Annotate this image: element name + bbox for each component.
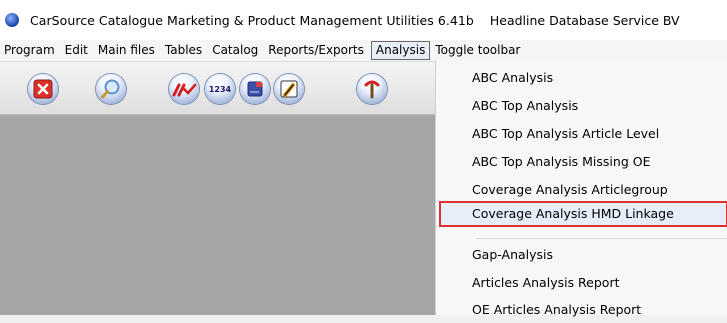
window-company: Headline Database Service BV	[489, 12, 680, 28]
close-button[interactable]	[28, 74, 58, 104]
tasks-icon	[247, 81, 263, 97]
search-icon	[101, 79, 120, 99]
menu-analysis[interactable]: Analysis	[370, 41, 431, 60]
menu-item-gap-analysis[interactable]: Gap-Analysis	[436, 242, 727, 268]
chart-icon	[172, 83, 197, 97]
menu-reports-exports[interactable]: Reports/Exports	[263, 41, 369, 60]
menu-tables[interactable]: Tables	[160, 41, 207, 60]
menu-program[interactable]: Program	[0, 41, 60, 60]
chart-button[interactable]	[169, 74, 199, 104]
app-logo-icon	[5, 13, 19, 27]
numbers-1234-icon: 1234	[208, 84, 232, 94]
search-button[interactable]	[96, 74, 126, 104]
menu-item-abc-top-analysis-article-level[interactable]: ABC Top Analysis Article Level	[436, 121, 727, 147]
menu-toggle-toolbar[interactable]: Toggle toolbar	[430, 41, 525, 60]
numbers-1234-button[interactable]: 1234	[205, 74, 235, 104]
menu-item-abc-top-analysis-missing-oe[interactable]: ABC Top Analysis Missing OE	[436, 149, 727, 175]
menu-item-oe-articles-analysis-report[interactable]: OE Articles Analysis Report	[436, 297, 727, 323]
menu-item-abc-top-analysis[interactable]: ABC Top Analysis	[436, 93, 727, 119]
menu-item-coverage-analysis-articlegroup[interactable]: Coverage Analysis Articlegroup	[436, 177, 727, 203]
menu-item-articles-analysis-report[interactable]: Articles Analysis Report	[436, 270, 727, 296]
menu-catalog[interactable]: Catalog	[207, 41, 263, 60]
tools-button[interactable]	[357, 74, 387, 104]
window-title: CarSource Catalogue Marketing & Product …	[30, 12, 474, 28]
title-bar: CarSource Catalogue Marketing & Product …	[0, 0, 727, 40]
kba-icon	[280, 80, 298, 98]
kba-button[interactable]	[274, 74, 304, 104]
menu-edit[interactable]: Edit	[60, 41, 93, 60]
tools-icon	[364, 80, 380, 99]
tasks-button[interactable]	[240, 74, 270, 104]
workspace-area	[0, 115, 437, 315]
menu-bar: Program Edit Main files Tables Catalog R…	[0, 40, 727, 62]
analysis-dropdown-menu: ABC Analysis ABC Top Analysis ABC Top An…	[435, 61, 727, 317]
toolbar: 1234	[0, 62, 435, 115]
close-icon	[33, 79, 53, 99]
menu-main-files[interactable]: Main files	[93, 41, 160, 60]
menu-separator	[476, 238, 727, 239]
menu-item-abc-analysis[interactable]: ABC Analysis	[436, 65, 727, 91]
menu-item-coverage-analysis-hmd-linkage[interactable]: Coverage Analysis HMD Linkage	[439, 201, 727, 227]
